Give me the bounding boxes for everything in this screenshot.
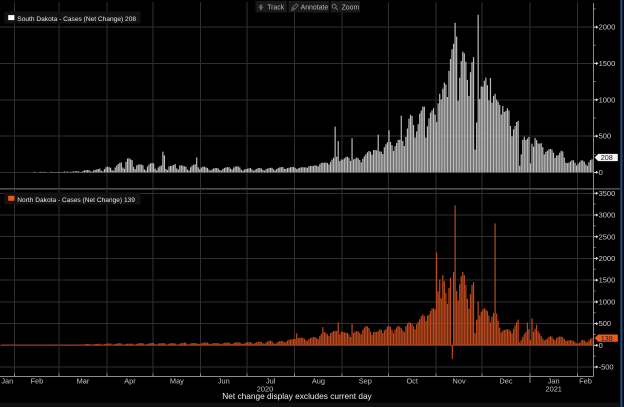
svg-text:2000: 2000 bbox=[599, 23, 616, 32]
svg-text:500: 500 bbox=[599, 132, 612, 141]
svg-text:208: 208 bbox=[601, 153, 613, 162]
svg-text:Jun: Jun bbox=[218, 377, 230, 386]
svg-text:Jan: Jan bbox=[1, 377, 13, 386]
svg-text:500: 500 bbox=[599, 319, 612, 328]
svg-text:Mar: Mar bbox=[77, 377, 90, 386]
svg-text:139: 139 bbox=[601, 334, 613, 343]
svg-text:Annotate: Annotate bbox=[301, 5, 329, 12]
svg-text:May: May bbox=[170, 377, 184, 386]
svg-text:Nov: Nov bbox=[453, 377, 466, 386]
svg-text:Net change display excludes cu: Net change display excludes current day bbox=[222, 391, 372, 401]
svg-text:Dec: Dec bbox=[499, 377, 512, 386]
svg-text:2000: 2000 bbox=[599, 254, 616, 263]
svg-text:Aug: Aug bbox=[312, 377, 325, 386]
svg-text:Feb: Feb bbox=[31, 377, 44, 386]
svg-text:Feb: Feb bbox=[579, 377, 592, 386]
svg-text:2021: 2021 bbox=[545, 384, 561, 393]
svg-text:South Dakota - Cases (Net Chan: South Dakota - Cases (Net Change) 208 bbox=[17, 16, 136, 23]
svg-text:0: 0 bbox=[599, 168, 603, 177]
svg-text:1500: 1500 bbox=[599, 276, 616, 285]
svg-text:Sep: Sep bbox=[359, 377, 372, 386]
svg-text:2500: 2500 bbox=[599, 232, 616, 241]
svg-text:3500: 3500 bbox=[599, 189, 616, 198]
svg-text:3000: 3000 bbox=[599, 211, 616, 220]
svg-text:1000: 1000 bbox=[599, 95, 616, 104]
svg-text:Oct: Oct bbox=[406, 377, 418, 386]
svg-text:1000: 1000 bbox=[599, 298, 616, 307]
svg-text:1500: 1500 bbox=[599, 59, 616, 68]
svg-text:Track: Track bbox=[267, 5, 285, 12]
svg-text:Zoom: Zoom bbox=[342, 5, 360, 12]
svg-text:-500: -500 bbox=[599, 363, 614, 372]
svg-text:North Dakota - Cases (Net Chan: North Dakota - Cases (Net Change) 139 bbox=[17, 197, 135, 204]
svg-text:Apr: Apr bbox=[124, 377, 136, 386]
